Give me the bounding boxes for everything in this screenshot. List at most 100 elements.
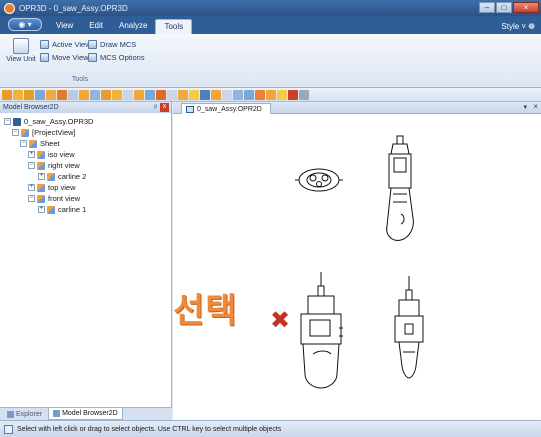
toolbar-tool-icon[interactable] [13, 89, 23, 100]
tree-node[interactable]: − right view [0, 160, 171, 171]
view-icon [37, 183, 45, 192]
tree-node-label: 0_saw_Assy.OPR3D [24, 117, 94, 126]
pane-close-icon[interactable]: x [160, 103, 169, 112]
mcs-options-icon [88, 53, 97, 62]
tab-view[interactable]: View [48, 19, 81, 34]
toolbar-tool-icon[interactable] [244, 89, 254, 100]
pane-bottom-tabs: Explorer Model Browser2D [0, 407, 172, 420]
move-view-icon [40, 53, 49, 62]
move-view-button[interactable]: Move View [40, 53, 89, 62]
draw-mcs-label: Draw MCS [100, 40, 137, 49]
toolbar-tool-icon[interactable] [189, 89, 199, 100]
expand-icon[interactable]: + [28, 184, 35, 191]
toolbar-tool-icon[interactable] [233, 89, 243, 100]
model-tree: −0_saw_Assy.OPR3D − [ProjectView] − Sheet + is… [0, 113, 171, 215]
x-mark-icon: ✖ [270, 306, 291, 334]
toolbar-tool-icon[interactable] [178, 89, 188, 100]
tab-analyze[interactable]: Analyze [111, 19, 155, 34]
view-icon [21, 128, 29, 137]
tab-tools[interactable]: Tools [155, 19, 193, 34]
toolbar-tool-icon[interactable] [24, 89, 34, 100]
model-browser-title: Model Browser2D [3, 104, 59, 111]
toolbar-tool-icon[interactable] [57, 89, 67, 100]
document-tabstrip: 0_saw_Assy.OPR2D ▾ × [173, 102, 541, 114]
toolbar-tool-icon[interactable] [145, 89, 155, 100]
view-unit-button[interactable]: View Unit [6, 38, 36, 63]
app-menu-button[interactable]: ◉ ▾ [8, 18, 42, 31]
tab-model-browser-label: Model Browser2D [62, 410, 118, 417]
tree-node-label: [ProjectView] [32, 128, 76, 137]
active-view-icon [40, 40, 49, 49]
title-bar: OPR3D - 0_saw_Assy.OPR3D – □ × [0, 0, 541, 16]
toolbar-tool-icon[interactable] [46, 89, 56, 100]
pin-icon[interactable]: ᵖ [154, 102, 157, 113]
toolbar-tool-icon[interactable] [299, 89, 309, 100]
toolbar-tool-icon[interactable] [200, 89, 210, 100]
mcs-options-label: MCS Options [100, 53, 145, 62]
toolbar-tool-icon[interactable] [35, 89, 45, 100]
ribbon-tabs: ◉ ▾ View Edit Analyze Tools Style ˅ ❁ [0, 16, 541, 34]
toolbar-tool-icon[interactable] [222, 89, 232, 100]
toolbar-tool-icon[interactable] [277, 89, 287, 100]
expand-icon[interactable]: + [28, 151, 35, 158]
style-menu[interactable]: Style ˅ ❁ [501, 22, 535, 31]
top-view-drawing [394, 276, 424, 379]
document-close-icon[interactable]: × [533, 102, 538, 111]
view-unit-label: View Unit [6, 56, 36, 63]
drawing-canvas[interactable] [173, 114, 541, 420]
collapse-icon[interactable]: − [20, 140, 27, 147]
view-icon [37, 161, 45, 170]
toolbar-tool-icon[interactable] [288, 89, 298, 100]
toolbar-tool-icon[interactable] [266, 89, 276, 100]
move-view-label: Move View [52, 53, 89, 62]
tree-node[interactable]: + carline 2 [0, 171, 171, 182]
toolbar-tool-icon[interactable] [112, 89, 122, 100]
tree-node[interactable]: + top view [0, 182, 171, 193]
maximize-button[interactable]: □ [496, 2, 512, 13]
toolbar-tool-icon[interactable] [156, 89, 166, 100]
tree-node[interactable]: − [ProjectView] [0, 127, 171, 138]
tab-explorer[interactable]: Explorer [3, 408, 46, 420]
tree-node[interactable]: − front view [0, 193, 171, 204]
mcs-options-button[interactable]: MCS Options [88, 53, 145, 62]
toolbar-tool-icon[interactable] [134, 89, 144, 100]
toolbar-tool-icon[interactable] [2, 89, 12, 100]
collapse-icon[interactable]: − [28, 162, 35, 169]
tree-node-label: carline 2 [58, 172, 87, 181]
tab-model-browser[interactable]: Model Browser2D [48, 408, 123, 420]
tree-node-label: carline 1 [58, 205, 87, 214]
document-tab[interactable]: 0_saw_Assy.OPR2D [181, 103, 271, 114]
toolbar-tool-icon[interactable] [90, 89, 100, 100]
draw-mcs-button[interactable]: Draw MCS [88, 40, 136, 49]
toolbar-tool-icon[interactable] [167, 89, 177, 100]
window-controls: – □ × [479, 2, 539, 13]
document-tab-title: 0_saw_Assy.OPR2D [197, 105, 262, 113]
tree-node[interactable]: + carline 1 [0, 204, 171, 215]
toolbar-tool-icon[interactable] [255, 89, 265, 100]
document-area: 0_saw_Assy.OPR2D ▾ × [173, 102, 541, 420]
expand-icon[interactable]: + [38, 206, 45, 213]
tree-node-label: top view [48, 183, 76, 192]
close-button[interactable]: × [513, 2, 539, 13]
collapse-icon[interactable]: − [12, 129, 19, 136]
tab-edit[interactable]: Edit [81, 19, 111, 34]
ribbon-panel: View Unit Active View Draw MCS Move View… [0, 34, 541, 88]
tree-node[interactable]: − Sheet [0, 138, 171, 149]
tree-node[interactable]: + iso view [0, 149, 171, 160]
expand-icon[interactable]: + [38, 173, 45, 180]
collapse-icon[interactable]: − [4, 118, 11, 125]
tree-node[interactable]: − 0_saw_Assy.OPR3D [0, 116, 171, 127]
collapse-icon[interactable]: − [28, 195, 35, 202]
toolbar-tool-icon[interactable] [101, 89, 111, 100]
active-view-button[interactable]: Active View [40, 40, 91, 49]
toolbar-tool-icon[interactable] [211, 89, 221, 100]
toolbar-tool-icon[interactable] [68, 89, 78, 100]
tab-list-icon[interactable]: ▾ [523, 103, 527, 111]
toolbar-tool-icon[interactable] [123, 89, 133, 100]
minimize-button[interactable]: – [479, 2, 495, 13]
window-title: OPR3D - 0_saw_Assy.OPR3D [19, 3, 128, 13]
toolbar-tool-icon[interactable] [79, 89, 89, 100]
view-icon [29, 139, 37, 148]
ribbon-group-label: Tools [71, 76, 89, 83]
iso-view-drawing [295, 168, 343, 192]
